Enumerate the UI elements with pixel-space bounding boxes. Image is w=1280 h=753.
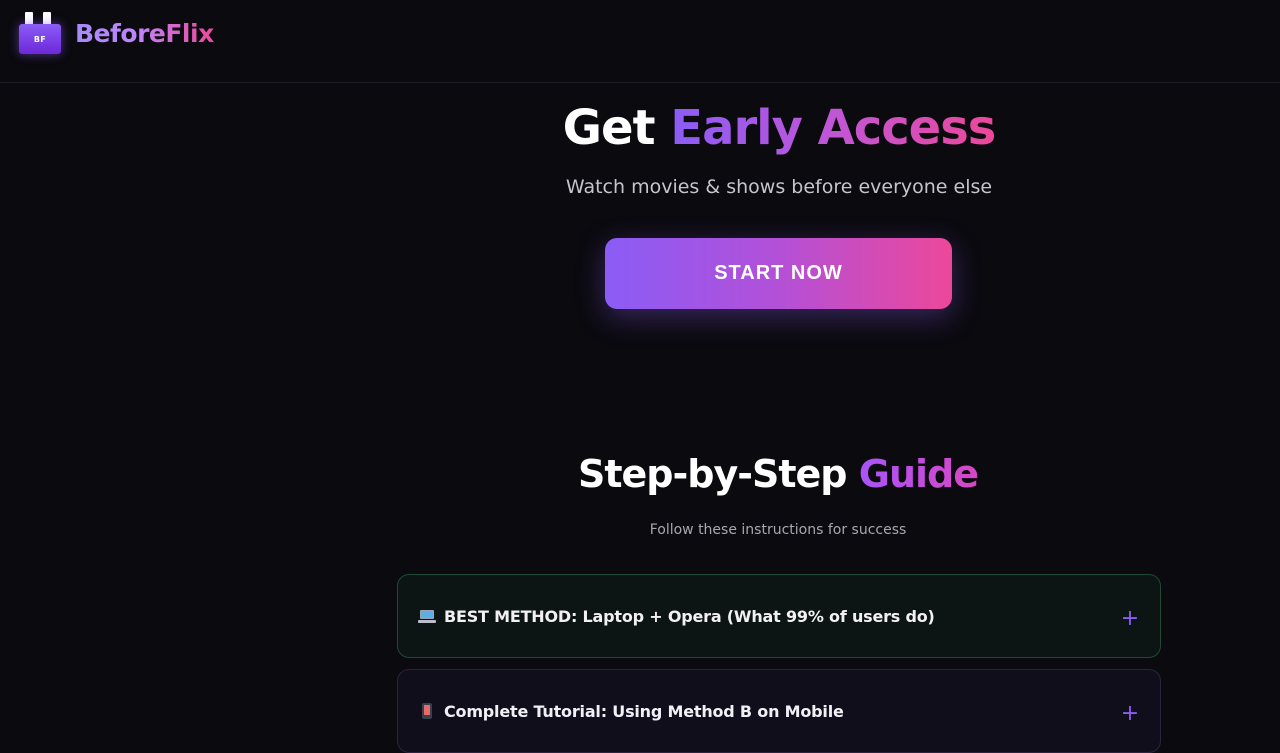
guide-subtitle: Follow these instructions for success — [649, 522, 907, 538]
guide-title: Step-by-Step Guide — [0, 452, 1280, 496]
accordion-item-label: Complete Tutorial: Using Method B on Mob… — [444, 701, 844, 721]
guide-title-plain: Step-by-Step — [577, 452, 848, 496]
mobile-phone-icon — [418, 702, 436, 720]
hero-title-accent: Early Access — [670, 100, 996, 156]
brand-name: BeforeFlix — [75, 18, 214, 48]
laptop-icon — [418, 607, 436, 625]
site-header: BF BeforeFlix — [0, 0, 1280, 83]
logo-badge-text: BF — [33, 34, 47, 44]
hero-subtitle: Watch movies & shows before everyone els… — [565, 176, 993, 198]
brand-logo-link[interactable]: BF BeforeFlix — [19, 12, 214, 54]
hero-title-plain: Get — [562, 100, 656, 156]
start-now-button[interactable]: START NOW — [605, 238, 952, 309]
expand-plus-icon[interactable]: + — [1120, 703, 1140, 725]
hero-title: Get Early Access — [0, 100, 1280, 156]
guide-title-accent: Guide — [858, 452, 979, 496]
clapperboard-logo-icon: BF — [19, 12, 61, 54]
expand-plus-icon[interactable]: + — [1120, 608, 1140, 630]
accordion-item-mobile-tutorial[interactable]: Complete Tutorial: Using Method B on Mob… — [397, 669, 1161, 753]
accordion-item-label: BEST METHOD: Laptop + Opera (What 99% of… — [444, 606, 935, 626]
accordion-item-laptop-method[interactable]: BEST METHOD: Laptop + Opera (What 99% of… — [397, 574, 1161, 658]
